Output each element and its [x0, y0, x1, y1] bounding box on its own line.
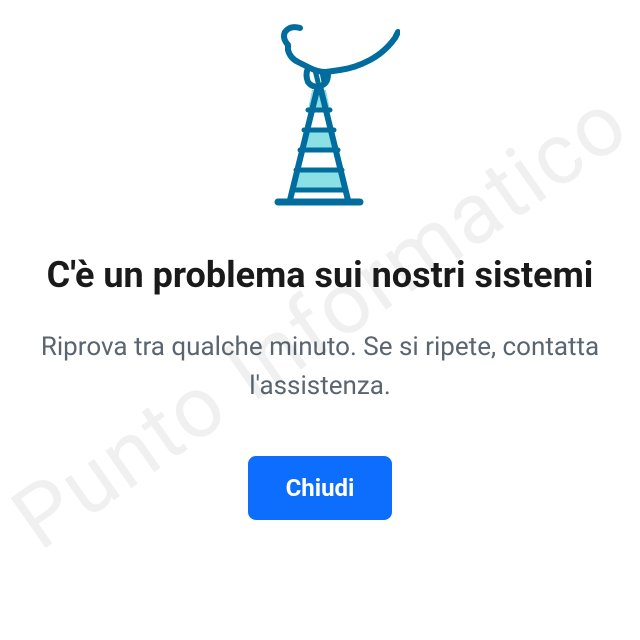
close-button[interactable]: Chiudi: [248, 456, 393, 520]
error-subtitle: Riprova tra qualche minuto. Se si ripete…: [40, 328, 600, 406]
error-title: C'è un problema sui nostri sistemi: [47, 250, 594, 300]
hand-cone-icon: [240, 20, 400, 220]
